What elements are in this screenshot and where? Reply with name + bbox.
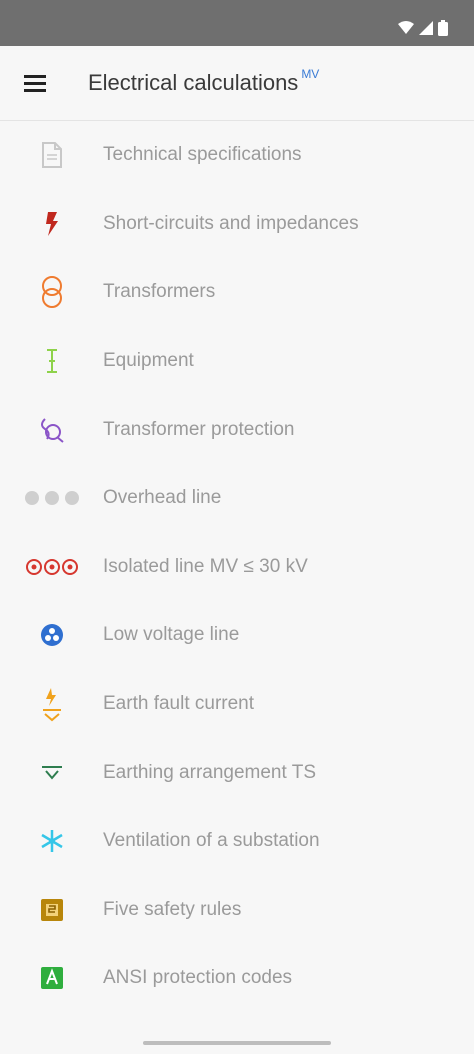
menu-item-label: Short-circuits and impedances (103, 212, 359, 234)
wifi-icon (398, 21, 414, 40)
menu-item-isolated-line[interactable]: Isolated line MV ≤ 30 kV (0, 533, 474, 602)
transformer-protection-icon (20, 410, 84, 450)
menu-list: Technical specifications Short-circuits … (0, 121, 474, 1013)
ventilation-icon (20, 821, 84, 861)
menu-item-label: Low voltage line (103, 624, 240, 646)
transformer-icon (20, 272, 84, 312)
hamburger-icon (24, 75, 46, 92)
earth-fault-icon (20, 684, 84, 724)
menu-item-earth-fault-current[interactable]: Earth fault current (0, 670, 474, 739)
earthing-icon (20, 753, 84, 793)
menu-item-short-circuits[interactable]: Short-circuits and impedances (0, 190, 474, 259)
menu-item-label: Five safety rules (103, 898, 242, 920)
menu-item-label: Overhead line (103, 487, 222, 509)
low-voltage-line-icon (20, 615, 84, 655)
menu-item-label: Technical specifications (103, 144, 302, 166)
menu-item-technical-specifications[interactable]: Technical specifications (0, 121, 474, 190)
menu-item-transformer-protection[interactable]: Transformer protection (0, 395, 474, 464)
menu-item-overhead-line[interactable]: Overhead line (0, 464, 474, 533)
equipment-icon (20, 341, 84, 381)
menu-item-earthing-arrangement[interactable]: Earthing arrangement TS (0, 738, 474, 807)
menu-item-label: Earthing arrangement TS (103, 761, 316, 783)
menu-item-transformers[interactable]: Transformers (0, 258, 474, 327)
page-title-superscript: MV (301, 67, 320, 81)
battery-icon (438, 20, 448, 41)
app-bar: Electrical calculations MV (0, 46, 474, 121)
hamburger-menu-button[interactable] (20, 68, 50, 98)
status-icons (398, 20, 448, 41)
page-title: Electrical calculations MV (88, 67, 320, 96)
ansi-codes-icon (20, 958, 84, 998)
signal-icon (419, 21, 433, 40)
menu-item-label: Transformer protection (103, 418, 295, 440)
menu-item-label: Transformers (103, 281, 216, 303)
menu-item-five-safety-rules[interactable]: Five safety rules (0, 876, 474, 945)
menu-item-label: Earth fault current (103, 693, 255, 715)
menu-item-ventilation[interactable]: Ventilation of a substation (0, 807, 474, 876)
menu-item-label: Equipment (103, 350, 194, 372)
overhead-line-icon (20, 478, 84, 518)
menu-item-equipment[interactable]: Equipment (0, 327, 474, 396)
safety-rules-icon (20, 890, 84, 930)
menu-item-ansi-protection-codes[interactable]: ANSI protection codes (0, 944, 474, 1013)
page-title-text: Electrical calculations (88, 70, 299, 95)
menu-item-low-voltage-line[interactable]: Low voltage line (0, 601, 474, 670)
menu-item-label: ANSI protection codes (103, 967, 293, 989)
home-indicator[interactable] (143, 1041, 331, 1045)
lightning-icon (20, 204, 84, 244)
menu-item-label: Ventilation of a substation (103, 830, 320, 852)
status-bar (0, 0, 474, 46)
document-icon (20, 135, 84, 175)
menu-item-label: Isolated line MV ≤ 30 kV (103, 555, 308, 577)
isolated-line-icon (20, 547, 84, 587)
